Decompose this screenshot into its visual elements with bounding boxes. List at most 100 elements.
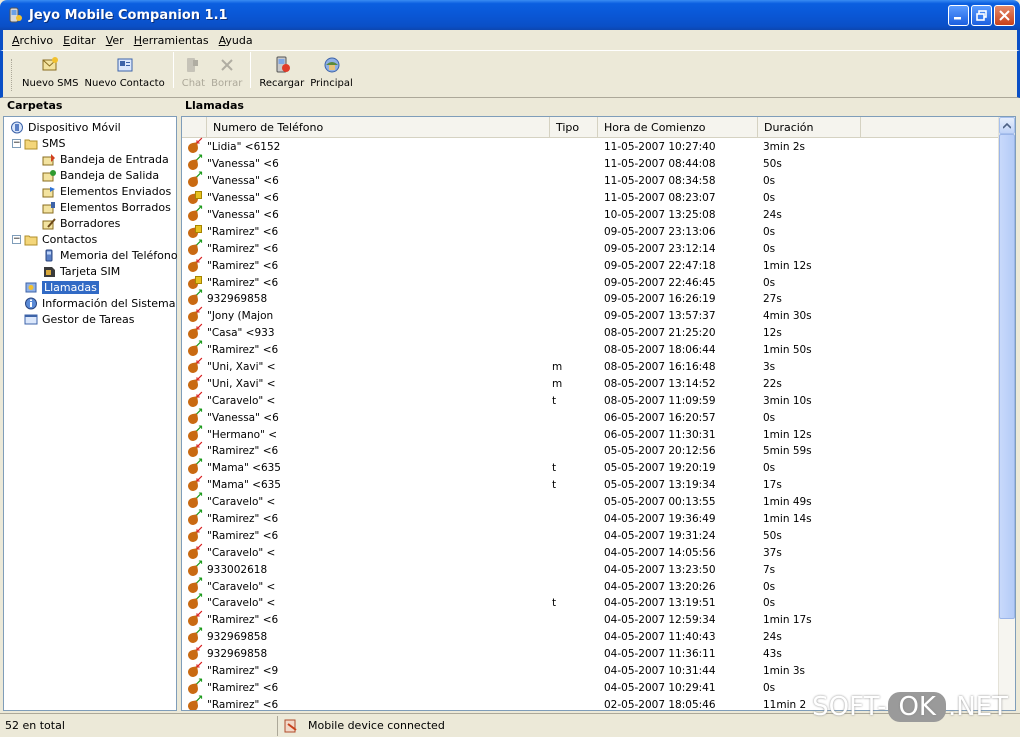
tree-expander[interactable]: − [12, 234, 21, 244]
new-sms-label: Nuevo SMS [22, 78, 79, 89]
table-row[interactable]: "Caravelo" < 04-05-2007 13:20:26 0s [182, 576, 1000, 595]
column-start-time[interactable]: Hora de Comienzo [598, 117, 758, 138]
toolbar-grip[interactable] [11, 59, 14, 91]
sim-card-icon [42, 265, 56, 278]
column-type[interactable]: Tipo [550, 117, 598, 138]
missed-call-icon [187, 191, 205, 205]
maximize-button[interactable] [971, 5, 992, 26]
delete-button[interactable]: Borrar [208, 56, 245, 89]
table-row[interactable]: "Caravelo" < t 08-05-2007 11:09:59 3min 10s [182, 390, 1000, 409]
start-time-cell: 04-05-2007 13:19:51 [604, 597, 716, 610]
table-row[interactable]: "Ramirez" <6 04-05-2007 19:31:24 50s [182, 525, 1000, 544]
tree-item[interactable]: − SMS [4, 135, 176, 151]
vertical-scrollbar[interactable] [998, 117, 1015, 710]
tree-item[interactable]: Bandeja de Entrada [4, 151, 176, 167]
table-row[interactable]: "Ramirez" <6 08-05-2007 18:06:44 1min 50s [182, 339, 1000, 359]
start-time-cell: 11-05-2007 08:23:07 [604, 192, 716, 205]
column-duration[interactable]: Duración [758, 117, 861, 138]
table-row[interactable]: "Caravelo" < t 04-05-2007 13:19:51 0s [182, 592, 1000, 612]
table-row[interactable]: "Ramirez" <6 09-05-2007 23:12:14 0s [182, 238, 1000, 257]
start-time-cell: 04-05-2007 10:29:41 [604, 681, 716, 694]
tree-item[interactable]: Llamadas [4, 279, 176, 295]
table-row[interactable]: "Uni, Xavi" < m 08-05-2007 13:14:52 22s [182, 373, 1000, 392]
duration-cell: 4min 30s [763, 310, 812, 323]
status-count: 52 en total [0, 715, 278, 736]
chat-icon [184, 56, 202, 74]
table-row[interactable]: "Jony (Majon 09-05-2007 13:57:37 4min 30s [182, 305, 1000, 325]
toolbar: Nuevo SMS Nuevo Contacto Chat Borrar Rec… [0, 50, 1020, 98]
tree-item[interactable]: Memoria del Teléfono [4, 247, 178, 263]
chat-button[interactable]: Chat [179, 56, 208, 89]
calls-icon [24, 281, 38, 294]
new-sms-button[interactable]: Nuevo SMS [19, 56, 82, 89]
table-row[interactable]: "Vanessa" <6 06-05-2007 16:20:57 0s [182, 407, 1000, 426]
table-row[interactable]: "Casa" <933 08-05-2007 21:25:20 12s [182, 322, 1000, 342]
tree-item[interactable]: − Contactos [4, 231, 176, 247]
table-row[interactable]: "Uni, Xavi" < m 08-05-2007 16:16:48 3s [182, 356, 1000, 376]
phone-number-cell: "Ramirez" <6 [207, 276, 279, 289]
table-row[interactable]: "Caravelo" < 04-05-2007 14:05:56 37s [182, 542, 1000, 561]
table-row[interactable]: 932969858 09-05-2007 16:26:19 27s [182, 288, 1000, 308]
phone-number-cell: 932969858 [207, 631, 268, 644]
table-row[interactable]: "Ramirez" <6 04-05-2007 19:36:49 1min 14s [182, 508, 1000, 528]
table-row[interactable]: "Vanessa" <6 11-05-2007 08:44:08 50s [182, 153, 1000, 173]
table-row[interactable]: "Vanessa" <6 11-05-2007 08:34:58 0s [182, 170, 1000, 190]
incoming-call-icon [187, 525, 205, 543]
table-row[interactable]: "Ramirez" <6 09-05-2007 22:46:45 0s [182, 274, 1000, 291]
menu-editar[interactable]: Editar [58, 34, 101, 47]
close-button[interactable] [994, 5, 1015, 26]
table-row[interactable]: "Mama" <635 t 05-05-2007 13:19:34 17s [182, 474, 1000, 494]
menu-archivo[interactable]: Archivo [7, 34, 58, 47]
table-row[interactable]: "Ramirez" <6 09-05-2007 22:47:18 1min 12s [182, 255, 1000, 274]
title-bar: Jeyo Mobile Companion 1.1 [0, 0, 1020, 30]
reload-label: Recargar [259, 78, 305, 89]
table-row[interactable]: "Lidia" <6152 11-05-2007 10:27:40 3min 2s [182, 136, 1000, 156]
table-row[interactable]: "Ramirez" <6 05-05-2007 20:12:56 5min 59s [182, 440, 1000, 460]
calls-header: Llamadas [185, 99, 244, 112]
table-row[interactable]: "Ramirez" <6 09-05-2007 23:13:06 0s [182, 223, 1000, 240]
reload-button[interactable]: Recargar [256, 56, 307, 89]
table-row[interactable]: 933002618 04-05-2007 13:23:50 7s [182, 559, 1000, 578]
tree-item[interactable]: Información del Sistema [4, 295, 176, 311]
tree-item[interactable]: Bandeja de Salida [4, 167, 176, 183]
tree-item-label: Dispositivo Móvil [28, 120, 121, 134]
table-row[interactable]: "Ramirez" <9 04-05-2007 10:31:44 1min 3s [182, 660, 1000, 680]
table-row[interactable]: "Mama" <635 t 05-05-2007 19:20:19 0s [182, 457, 1000, 477]
table-row[interactable]: "Ramirez" <6 04-05-2007 12:59:34 1min 17s [182, 609, 1000, 629]
column-phone-number[interactable]: Numero de Teléfono [207, 117, 550, 138]
new-contact-button[interactable]: Nuevo Contacto [82, 56, 168, 89]
duration-cell: 0s [763, 225, 776, 238]
table-row[interactable]: "Hermano" < 06-05-2007 11:30:31 1min 12s [182, 424, 1000, 443]
phone-number-cell: "Caravelo" < [207, 597, 276, 610]
start-time-cell: 04-05-2007 12:59:34 [604, 614, 716, 627]
folder-tree: Dispositivo Móvil − SMS Bandeja de Entrada B… [3, 116, 178, 711]
table-row[interactable]: 932969858 04-05-2007 11:40:43 24s [182, 626, 1000, 646]
start-time-cell: 05-05-2007 19:20:19 [604, 462, 716, 475]
minimize-button[interactable] [948, 5, 969, 26]
home-icon [323, 56, 341, 74]
tree-item-label: SMS [42, 136, 66, 150]
tree-item[interactable]: Dispositivo Móvil [4, 119, 176, 135]
scroll-thumb[interactable] [999, 134, 1015, 619]
tree-item[interactable]: Gestor de Tareas [4, 311, 176, 327]
tree-item[interactable]: Elementos Enviados [4, 183, 176, 199]
tree-expander[interactable]: − [12, 138, 21, 148]
scroll-up-button[interactable] [999, 117, 1015, 134]
folder-icon [24, 233, 38, 246]
tree-item[interactable]: Tarjeta SIM [4, 263, 176, 279]
menu-herramientas[interactable]: Herramientas [129, 34, 214, 47]
column-icon[interactable] [182, 117, 207, 138]
menu-ver[interactable]: Ver [101, 34, 129, 47]
menu-ayuda[interactable]: Ayuda [214, 34, 258, 47]
table-row[interactable]: 932969858 04-05-2007 11:36:11 43s [182, 643, 1000, 663]
table-row[interactable]: "Vanessa" <6 11-05-2007 08:23:07 0s [182, 190, 1000, 207]
tree-item[interactable]: Elementos Borrados [4, 199, 176, 215]
phone-number-cell: "Mama" <635 [207, 462, 281, 475]
phone-number-cell: "Vanessa" <6 [207, 411, 279, 424]
home-button[interactable]: Principal [307, 56, 356, 89]
table-row[interactable]: "Vanessa" <6 10-05-2007 13:25:08 24s [182, 204, 1000, 224]
tree-item[interactable]: Borradores [4, 215, 176, 231]
table-row[interactable]: "Caravelo" < 05-05-2007 00:13:55 1min 49s [182, 491, 1000, 511]
type-cell: t [552, 479, 557, 492]
incoming-call-icon [187, 136, 205, 154]
